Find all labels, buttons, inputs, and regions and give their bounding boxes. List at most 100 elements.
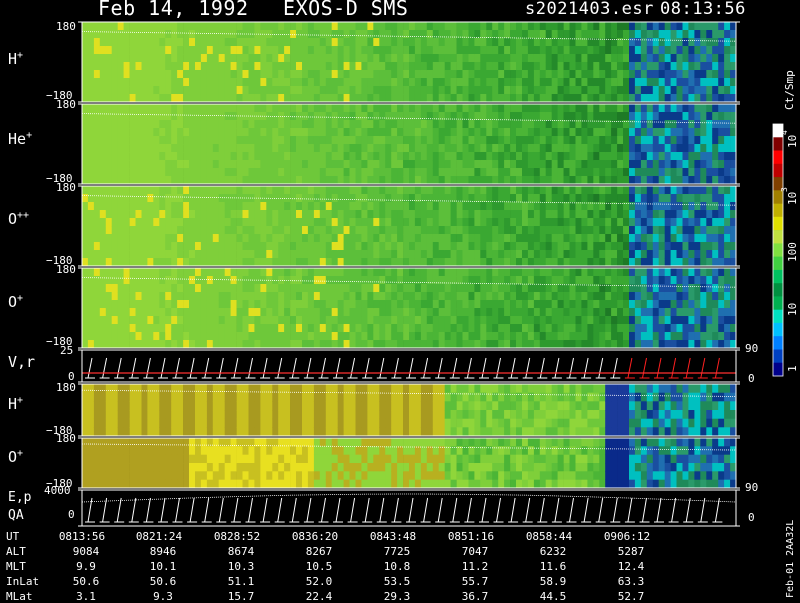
heatmap-cell bbox=[546, 250, 552, 258]
heatmap-cell bbox=[700, 250, 706, 258]
heatmap-cell bbox=[451, 104, 457, 112]
heatmap-cell bbox=[671, 300, 677, 308]
heatmap-cell bbox=[124, 410, 130, 419]
heatmap-cell bbox=[82, 38, 88, 46]
heatmap-cell bbox=[700, 258, 706, 266]
heatmap-cell bbox=[599, 194, 605, 202]
heatmap-cell bbox=[213, 186, 219, 194]
heatmap-cell bbox=[463, 186, 469, 194]
heatmap-cell bbox=[617, 136, 623, 144]
heatmap-cell bbox=[338, 234, 344, 242]
heatmap-cell bbox=[659, 94, 665, 102]
heatmap-cell bbox=[266, 393, 272, 402]
heatmap-cell bbox=[278, 300, 284, 308]
heatmap-cell bbox=[124, 276, 130, 284]
heatmap-cell bbox=[724, 120, 730, 128]
heatmap-cell bbox=[611, 226, 617, 234]
heatmap-cell bbox=[611, 258, 617, 266]
heatmap-cell bbox=[142, 128, 148, 136]
heatmap-cell bbox=[356, 300, 362, 308]
heatmap-cell bbox=[350, 276, 356, 284]
heatmap-cell bbox=[278, 419, 284, 428]
heatmap-cell bbox=[391, 410, 397, 419]
heatmap-cell bbox=[260, 284, 266, 292]
heatmap-cell bbox=[641, 30, 647, 38]
heatmap-cell bbox=[385, 168, 391, 176]
heatmap-cell bbox=[587, 186, 593, 194]
heatmap-cell bbox=[700, 176, 706, 184]
heatmap-cell bbox=[177, 160, 183, 168]
heatmap-cell bbox=[617, 218, 623, 226]
heatmap-cell bbox=[653, 308, 659, 316]
heatmap-cell bbox=[415, 268, 421, 276]
heatmap-cell bbox=[492, 144, 498, 152]
heatmap-cell bbox=[147, 152, 153, 160]
heatmap-cell bbox=[463, 410, 469, 419]
heatmap-cell bbox=[564, 268, 570, 276]
heatmap-cell bbox=[617, 94, 623, 102]
heatmap-cell bbox=[361, 176, 367, 184]
heatmap-cell bbox=[391, 194, 397, 202]
heatmap-cell bbox=[617, 268, 623, 276]
heatmap-cell bbox=[469, 300, 475, 308]
heatmap-cell bbox=[415, 94, 421, 102]
heatmap-cell bbox=[302, 46, 308, 54]
heatmap-cell bbox=[712, 268, 718, 276]
heatmap-cell bbox=[284, 194, 290, 202]
heatmap-cell bbox=[189, 258, 195, 266]
heatmap-cell bbox=[671, 292, 677, 300]
heatmap-cell bbox=[100, 54, 106, 62]
heatmap-cell bbox=[142, 316, 148, 324]
heatmap-cell bbox=[688, 112, 694, 120]
heatmap-cell bbox=[266, 128, 272, 136]
heatmap-cell bbox=[391, 128, 397, 136]
heatmap-cell bbox=[302, 104, 308, 112]
heatmap-cell bbox=[314, 242, 320, 250]
heatmap-cell bbox=[659, 120, 665, 128]
heatmap-cell bbox=[356, 419, 362, 428]
heatmap-cell bbox=[427, 186, 433, 194]
heatmap-cell bbox=[564, 284, 570, 292]
heatmap-cell bbox=[237, 410, 243, 419]
heatmap-cell bbox=[373, 120, 379, 128]
heatmap-cell bbox=[225, 316, 231, 324]
heatmap-cell bbox=[718, 284, 724, 292]
heatmap-cell bbox=[356, 46, 362, 54]
heatmap-cell bbox=[451, 250, 457, 258]
heatmap-cell bbox=[88, 46, 94, 54]
heatmap-cell bbox=[243, 152, 249, 160]
heatmap-cell bbox=[136, 268, 142, 276]
heatmap-cell bbox=[480, 78, 486, 86]
heatmap-cell bbox=[201, 70, 207, 78]
heatmap-cell bbox=[201, 202, 207, 210]
heatmap-cell bbox=[260, 202, 266, 210]
heatmap-cell bbox=[397, 94, 403, 102]
heatmap-cell bbox=[474, 393, 480, 402]
heatmap-cell bbox=[344, 78, 350, 86]
heatmap-cell bbox=[492, 316, 498, 324]
heatmap-cell bbox=[278, 30, 284, 38]
heatmap-cell bbox=[463, 202, 469, 210]
heatmap-cell bbox=[421, 419, 427, 428]
heatmap-cell bbox=[195, 136, 201, 144]
heatmap-cell bbox=[457, 276, 463, 284]
heatmap-cell bbox=[112, 401, 118, 410]
heatmap-cell bbox=[213, 152, 219, 160]
heatmap-cell bbox=[165, 324, 171, 332]
heatmap-cell bbox=[284, 284, 290, 292]
heatmap-cell bbox=[171, 78, 177, 86]
heatmap-cell bbox=[290, 234, 296, 242]
heatmap-cell bbox=[260, 242, 266, 250]
heatmap-cell bbox=[165, 316, 171, 324]
heatmap-cell bbox=[403, 384, 409, 393]
heatmap-cell bbox=[320, 144, 326, 152]
heatmap-cell bbox=[706, 308, 712, 316]
heatmap-cell bbox=[159, 30, 165, 38]
heatmap-cell bbox=[320, 168, 326, 176]
heatmap-cell bbox=[260, 120, 266, 128]
heatmap-cell bbox=[332, 300, 338, 308]
heatmap-cell bbox=[82, 128, 88, 136]
heatmap-cell bbox=[474, 186, 480, 194]
heatmap-cell bbox=[534, 340, 540, 348]
heatmap-cell bbox=[647, 186, 653, 194]
